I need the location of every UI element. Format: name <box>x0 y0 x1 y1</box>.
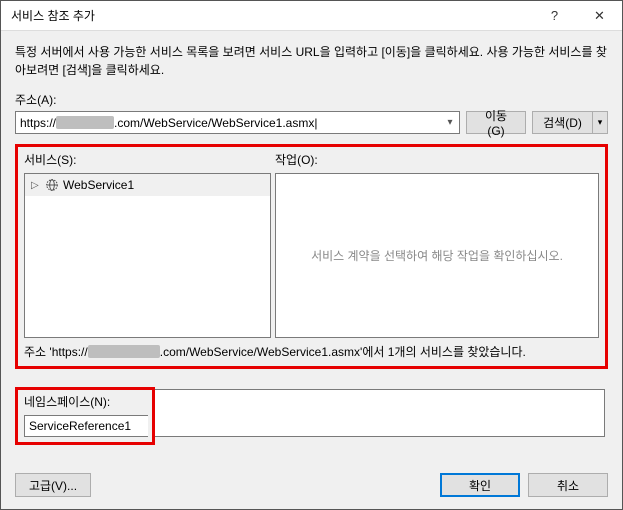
operations-list[interactable]: 서비스 계약을 선택하여 해당 작업을 확인하십시오. <box>275 173 599 338</box>
cancel-button[interactable]: 취소 <box>528 473 608 497</box>
panel-labels: 서비스(S): 작업(O): <box>24 151 599 171</box>
services-list[interactable]: ▷ WebService1 <box>24 173 271 338</box>
dialog-footer: 고급(V)... 확인 취소 <box>1 465 622 509</box>
status-prefix: 주소 'https:// <box>24 343 88 360</box>
search-button[interactable]: 검색(D) <box>532 111 592 134</box>
chevron-down-icon[interactable]: ▾ <box>441 117 459 128</box>
address-input[interactable]: https:// .com/WebService/WebService1.asmx… <box>16 116 441 130</box>
address-row: https:// .com/WebService/WebService1.asmx… <box>15 111 608 134</box>
panels-row: ▷ WebService1 서비스 계약을 선택하여 해당 작업을 확인하십시오… <box>24 173 599 338</box>
services-area-highlight: 서비스(S): 작업(O): ▷ WebService <box>15 144 608 369</box>
address-prefix: https:// <box>20 116 56 130</box>
service-tree-item[interactable]: ▷ WebService1 <box>25 174 270 196</box>
dialog-content: 특정 서버에서 사용 가능한 서비스 목록을 보려면 서비스 URL을 입력하고… <box>1 31 622 465</box>
redacted-host-status <box>88 345 160 358</box>
status-suffix: .com/WebService/WebService1.asmx'에서 1개의 … <box>160 343 526 360</box>
ok-button[interactable]: 확인 <box>440 473 520 497</box>
namespace-row: 네임스페이스(N): <box>15 387 605 445</box>
namespace-highlight: 네임스페이스(N): <box>15 387 155 445</box>
operations-label: 작업(O): <box>275 151 318 168</box>
advanced-button[interactable]: 고급(V)... <box>15 473 91 497</box>
namespace-label: 네임스페이스(N): <box>24 393 146 410</box>
services-label: 서비스(S): <box>24 151 271 168</box>
go-button[interactable]: 이동(G) <box>466 111 526 134</box>
namespace-input-left[interactable] <box>24 415 148 437</box>
window-title: 서비스 참조 추가 <box>11 7 532 24</box>
search-dropdown-button[interactable]: ▾ <box>592 111 608 134</box>
globe-icon <box>45 178 59 192</box>
status-message: 주소 'https:// .com/WebService/WebService1.… <box>24 343 599 360</box>
address-label: 주소(A): <box>15 91 608 108</box>
address-suffix: .com/WebService/WebService1.asmx <box>114 116 314 130</box>
service-name: WebService1 <box>63 178 134 192</box>
tree-expand-icon[interactable]: ▷ <box>31 180 41 191</box>
address-combobox[interactable]: https:// .com/WebService/WebService1.asmx… <box>15 111 460 134</box>
instructions-text: 특정 서버에서 사용 가능한 서비스 목록을 보려면 서비스 URL을 입력하고… <box>15 43 608 79</box>
close-button[interactable]: ✕ <box>577 1 622 31</box>
titlebar: 서비스 참조 추가 ? ✕ <box>1 1 622 31</box>
operations-placeholder: 서비스 계약을 선택하여 해당 작업을 확인하십시오. <box>291 247 583 264</box>
namespace-input-right[interactable] <box>152 389 605 437</box>
search-split-button: 검색(D) ▾ <box>532 111 608 134</box>
help-button[interactable]: ? <box>532 1 577 31</box>
dialog-window: 서비스 참조 추가 ? ✕ 특정 서버에서 사용 가능한 서비스 목록을 보려면… <box>0 0 623 510</box>
redacted-host <box>56 116 114 129</box>
text-cursor: | <box>314 116 317 130</box>
